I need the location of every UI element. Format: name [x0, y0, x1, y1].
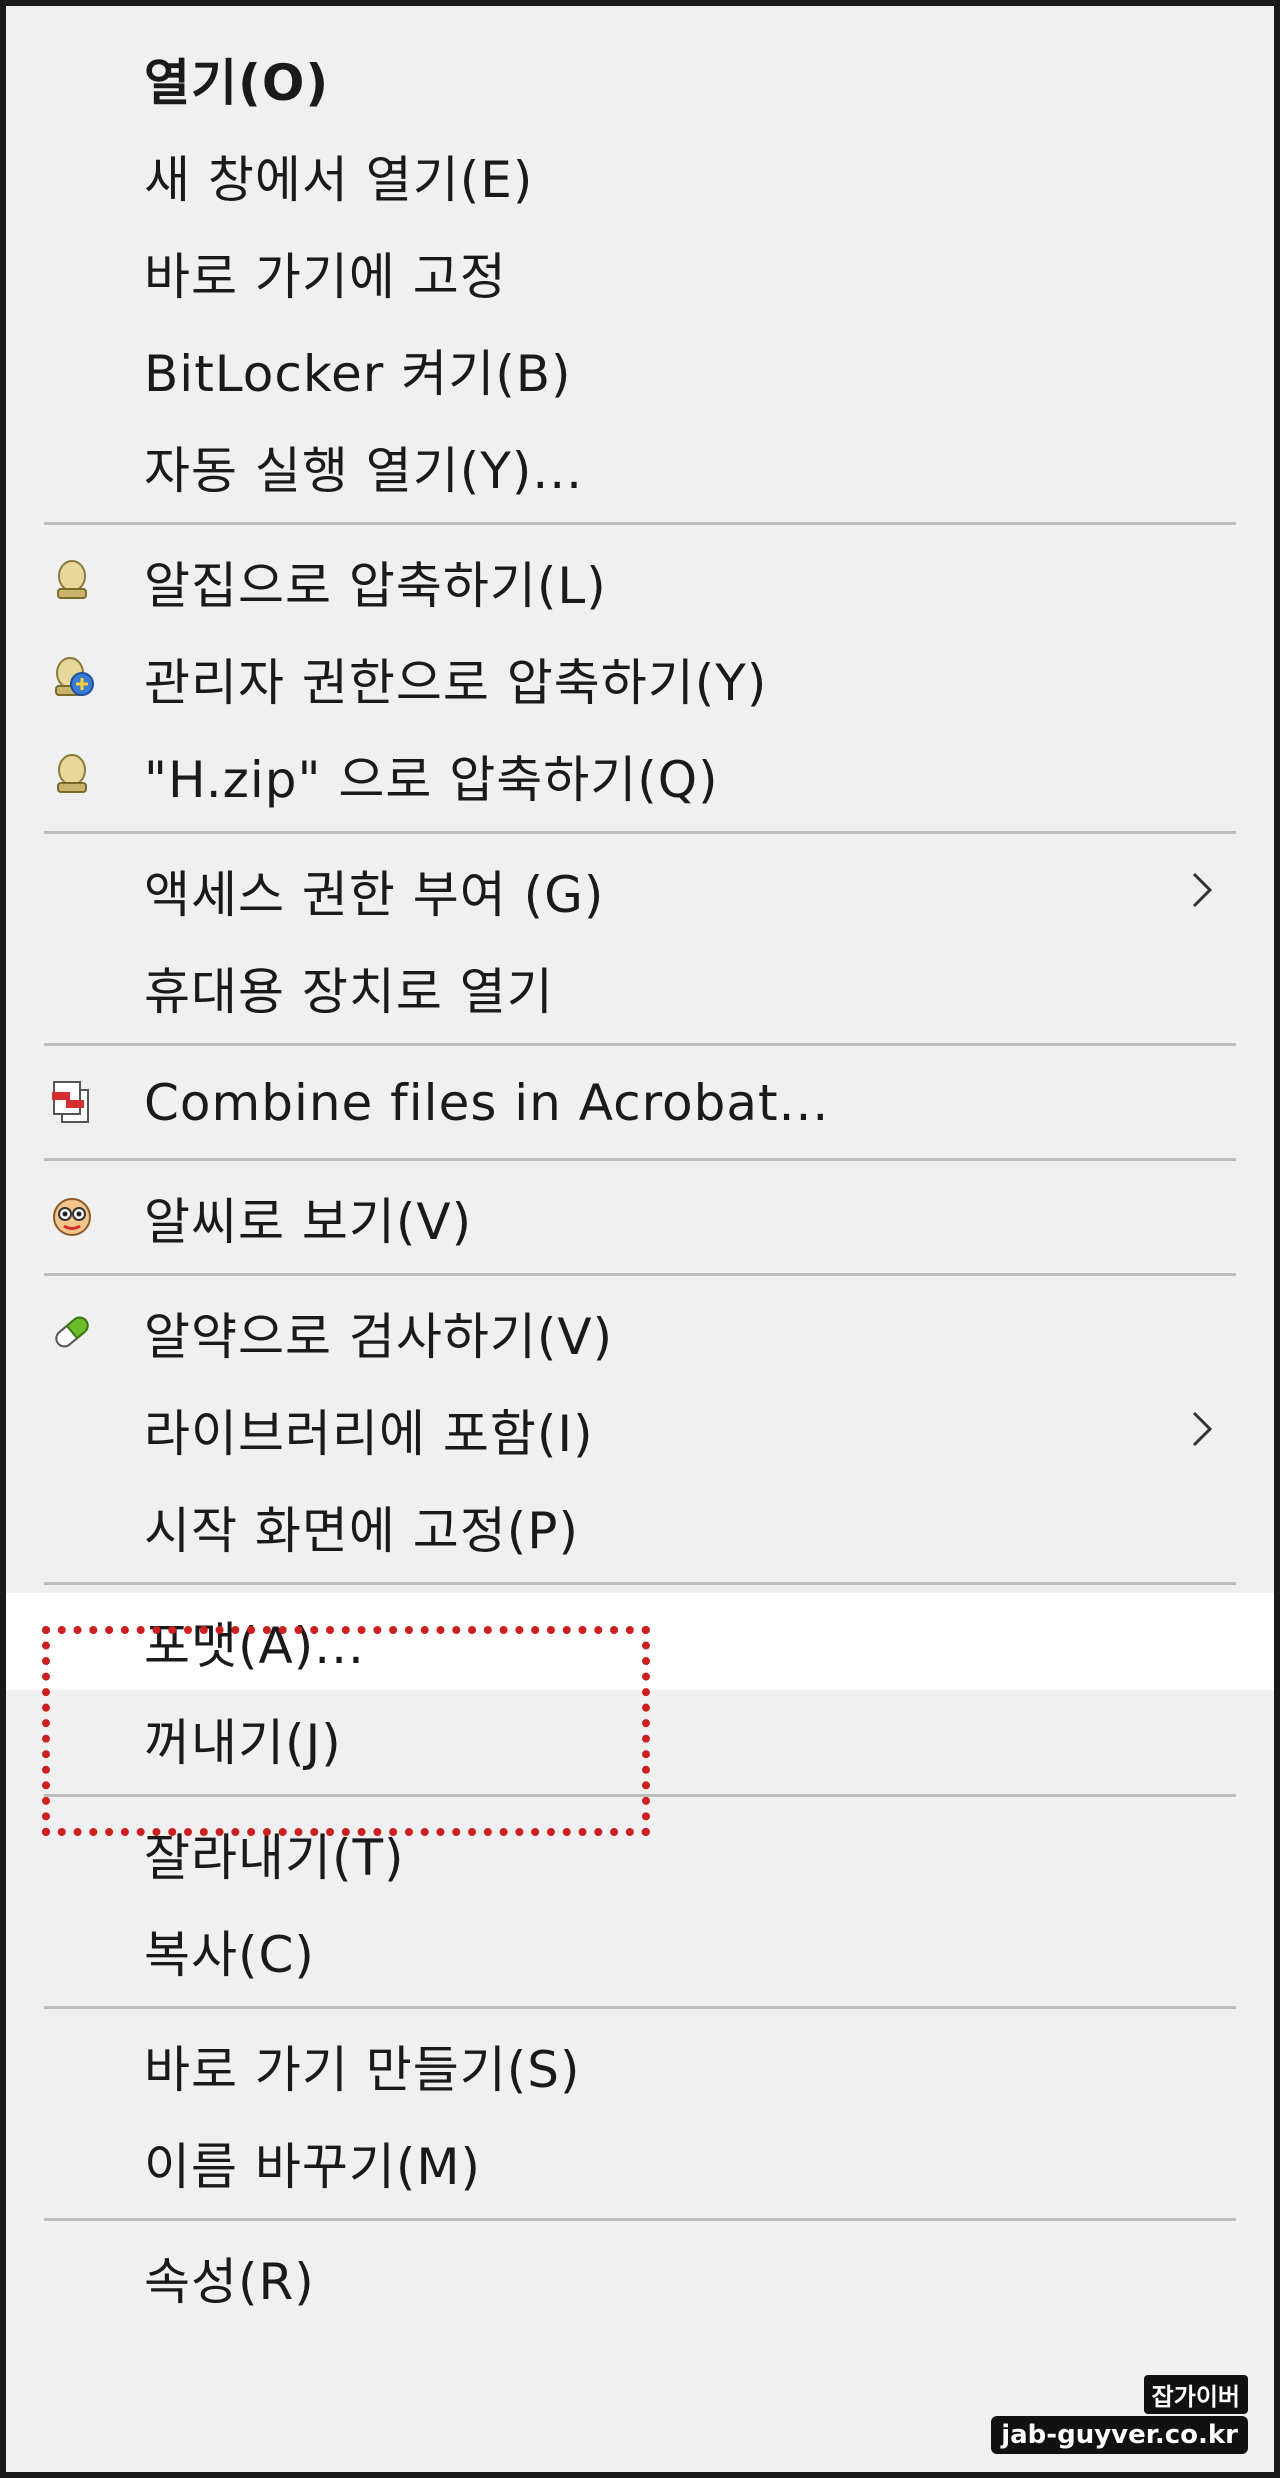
menu-item-label: 시작 화면에 고정(P) [144, 1501, 579, 1560]
alsee-icon [53, 1198, 91, 1236]
menu-item-pin-quick-access[interactable]: 바로 가기에 고정 [6, 224, 1274, 321]
menu-separator [6, 2211, 1274, 2229]
menu-item-properties[interactable]: 속성(R) [6, 2229, 1274, 2326]
menu-item-label: 속성(R) [144, 2252, 315, 2311]
watermark-brand: 잡가이버 [1143, 2375, 1248, 2414]
menu-item-open-portable-device[interactable]: 휴대용 장치로 열기 [6, 939, 1274, 1036]
menu-item-label: 알씨로 보기(V) [144, 1192, 473, 1251]
menu-item-alzip-compress[interactable]: 알집으로 압축하기(L) [6, 533, 1274, 630]
menu-item-label: 새 창에서 열기(E) [144, 150, 534, 209]
acrobat-combine-icon [52, 1081, 89, 1123]
menu-separator [6, 1999, 1274, 2017]
menu-item-label: 바로 가기 만들기(S) [144, 2040, 581, 2099]
menu-separator [6, 1151, 1274, 1169]
menu-item-label: 알집으로 압축하기(L) [144, 556, 607, 615]
menu-item-label: 바로 가기에 고정 [144, 247, 507, 306]
menu-separator [6, 515, 1274, 533]
menu-item-label: 휴대용 장치로 열기 [144, 962, 554, 1021]
menu-item-label: 라이브러리에 포함(I) [144, 1404, 594, 1463]
chevron-right-icon [1192, 1411, 1213, 1447]
menu-item-rename[interactable]: 이름 바꾸기(M) [6, 2114, 1274, 2211]
menu-item-give-access[interactable]: 액세스 권한 부여 (G) [6, 842, 1274, 939]
menu-separator [6, 1036, 1274, 1054]
context-menu-frame: 열기(O) 새 창에서 열기(E) 바로 가기에 고정 BitLocker 켜기… [0, 0, 1280, 2478]
menu-item-label: 포맷(A)... [144, 1616, 365, 1675]
context-menu: 열기(O) 새 창에서 열기(E) 바로 가기에 고정 BitLocker 켜기… [6, 30, 1274, 2326]
menu-separator [6, 824, 1274, 842]
menu-item-label: 관리자 권한으로 압축하기(Y) [144, 653, 768, 712]
menu-item-format[interactable]: 포맷(A)... [6, 1593, 1274, 1690]
menu-item-bitlocker[interactable]: BitLocker 켜기(B) [6, 321, 1274, 418]
menu-item-alzip-admin-compress[interactable]: 관리자 권한으로 압축하기(Y) [6, 630, 1274, 727]
menu-item-label: 꺼내기(J) [144, 1713, 342, 1772]
menu-item-include-in-library[interactable]: 라이브러리에 포함(I) [6, 1381, 1274, 1478]
menu-item-label: "H.zip" 으로 압축하기(Q) [144, 750, 719, 809]
watermark: 잡가이버 jab-guyver.co.kr [991, 2375, 1248, 2454]
menu-item-label: 복사(C) [144, 1925, 315, 1984]
menu-separator [6, 1575, 1274, 1593]
menu-item-label: 자동 실행 열기(Y)... [144, 441, 584, 500]
menu-separator [6, 1787, 1274, 1805]
menu-item-alsee-view[interactable]: 알씨로 보기(V) [6, 1169, 1274, 1266]
alzip-icon [57, 754, 87, 793]
menu-item-open-new-window[interactable]: 새 창에서 열기(E) [6, 127, 1274, 224]
menu-item-label: BitLocker 켜기(B) [144, 344, 572, 403]
menu-item-label: 열기(O) [144, 53, 330, 112]
menu-item-label: 액세스 권한 부여 (G) [144, 865, 605, 924]
alzip-icon [57, 560, 87, 599]
watermark-url: jab-guyver.co.kr [991, 2416, 1248, 2454]
chevron-right-icon [1192, 872, 1213, 908]
menu-item-open[interactable]: 열기(O) [6, 30, 1274, 127]
menu-item-acrobat-combine[interactable]: Combine files in Acrobat... [6, 1054, 1274, 1151]
menu-item-label: 알약으로 검사하기(V) [144, 1307, 614, 1366]
menu-item-cut[interactable]: 잘라내기(T) [6, 1805, 1274, 1902]
menu-separator [6, 1266, 1274, 1284]
menu-item-compress-hzip[interactable]: "H.zip" 으로 압축하기(Q) [6, 727, 1274, 824]
menu-item-label: Combine files in Acrobat... [144, 1073, 830, 1132]
menu-item-pin-to-start[interactable]: 시작 화면에 고정(P) [6, 1478, 1274, 1575]
menu-item-create-shortcut[interactable]: 바로 가기 만들기(S) [6, 2017, 1274, 2114]
menu-item-autoplay[interactable]: 자동 실행 열기(Y)... [6, 418, 1274, 515]
menu-item-label: 이름 바꾸기(M) [144, 2137, 482, 2196]
menu-item-alyac-scan[interactable]: 알약으로 검사하기(V) [6, 1284, 1274, 1381]
menu-item-copy[interactable]: 복사(C) [6, 1902, 1274, 1999]
menu-item-eject[interactable]: 꺼내기(J) [6, 1690, 1274, 1787]
alyac-pill-icon [55, 1316, 89, 1348]
menu-item-label: 잘라내기(T) [144, 1828, 405, 1887]
alzip-admin-icon [55, 657, 94, 696]
